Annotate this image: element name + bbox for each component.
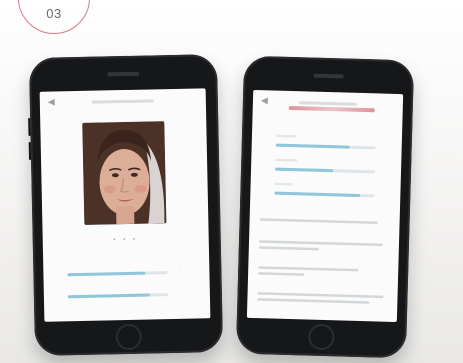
home-button[interactable]: [308, 323, 335, 351]
home-button[interactable]: [115, 323, 143, 351]
meter-fill: [67, 271, 146, 277]
volume-button: [28, 117, 31, 137]
phone-right: ◀: [235, 55, 415, 359]
pager-dots[interactable]: • • •: [43, 235, 209, 244]
volume-button: [28, 141, 32, 161]
metric-row-1: ›: [67, 263, 185, 279]
phone-right-screen: ◀: [246, 89, 404, 323]
meter-track: [67, 293, 168, 299]
face-illustration: [82, 121, 167, 225]
earpiece-speaker: [313, 73, 344, 79]
phone-left: ◀ • • • ›: [28, 54, 224, 356]
earpiece-speaker: [107, 71, 140, 77]
screen-title: [91, 99, 154, 104]
back-arrow-icon[interactable]: ◀: [48, 96, 55, 106]
meter-track: [67, 271, 168, 277]
face-photo: [82, 121, 167, 225]
phone-left-screen: ◀ • • • ›: [39, 88, 211, 322]
meter-end-icon: ›: [179, 266, 181, 272]
app-header: ◀: [40, 88, 206, 113]
step-number: 03: [46, 6, 62, 21]
step-badge: 03: [18, 0, 90, 34]
blurred-text-lines: [257, 134, 384, 304]
meter-fill: [67, 293, 150, 299]
metric-row-2: [67, 285, 186, 301]
